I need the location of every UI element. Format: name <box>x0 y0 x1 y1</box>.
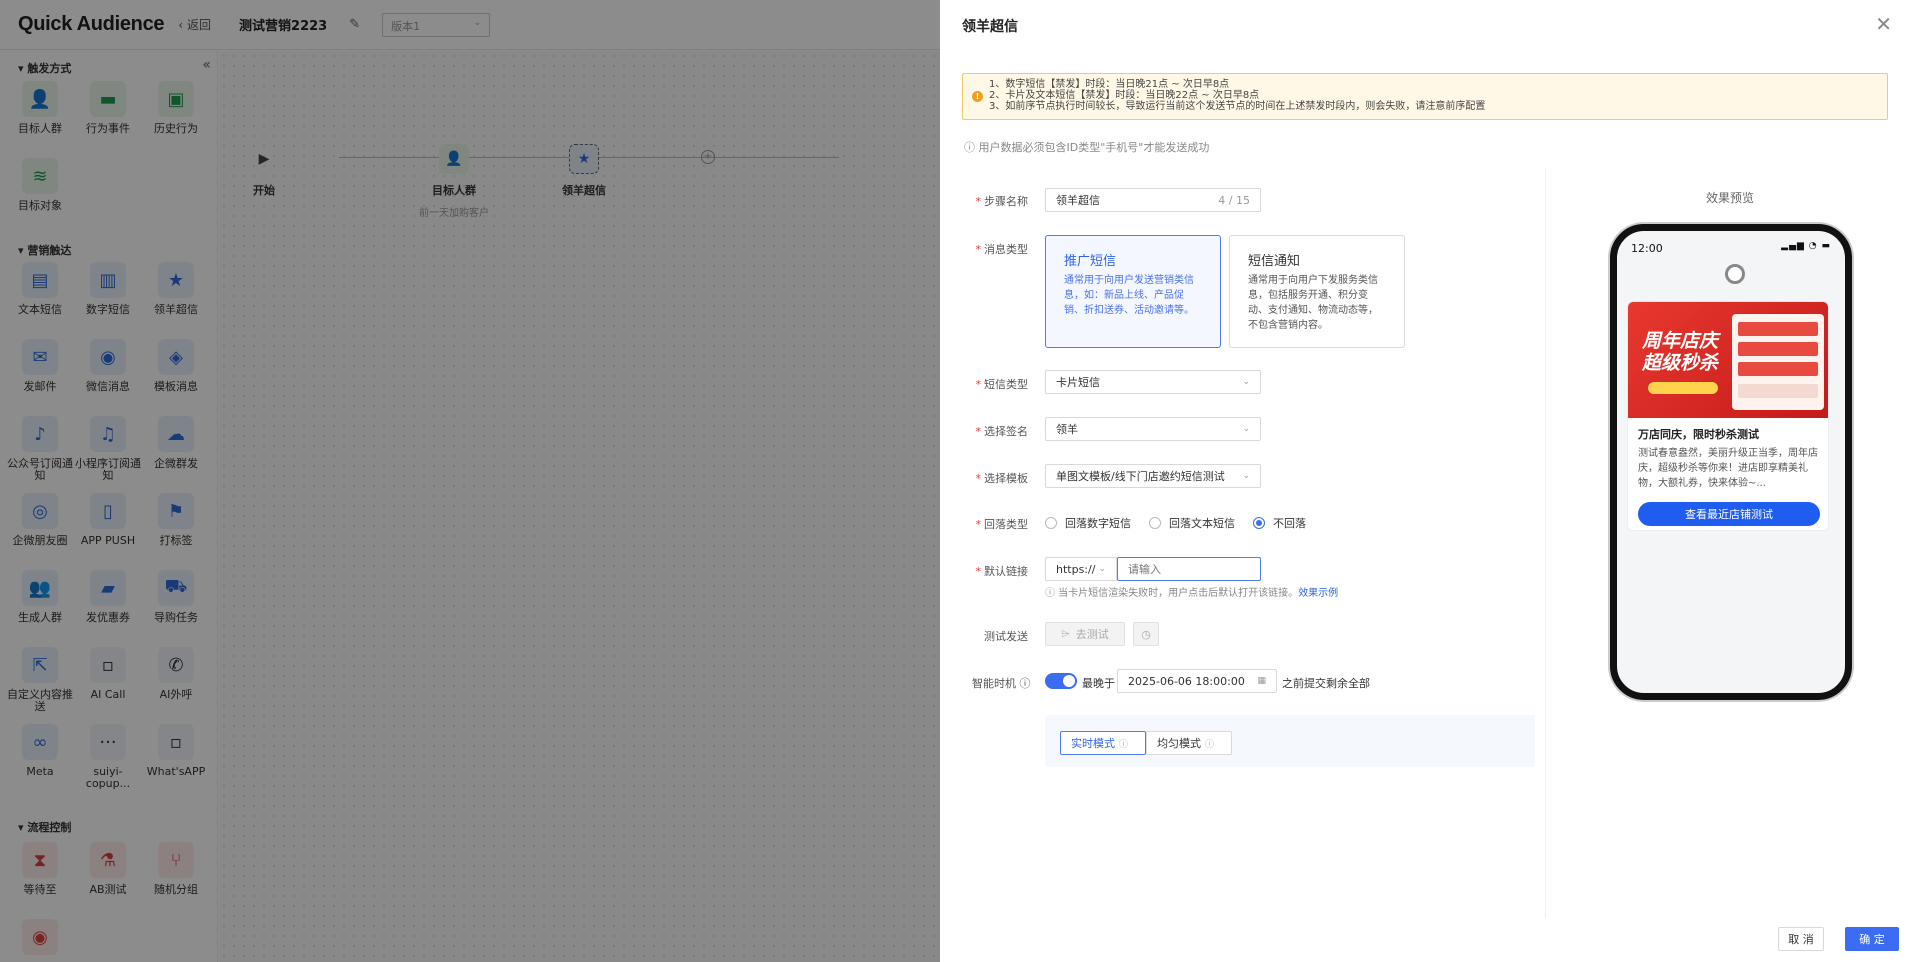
info-icon: ⓘ <box>1205 739 1215 750</box>
confirm-button[interactable]: 确 定 <box>1845 927 1899 951</box>
step-name-value: 领羊超信 <box>1056 194 1100 207</box>
deadline-datetime-picker[interactable]: 2025-06-06 18:00:00 ▦ <box>1117 669 1277 693</box>
card-body: 测试春意盎然，美丽升级正当季，周年店庆，超级秒杀等你来！进店即享精美礼物，大额礼… <box>1638 448 1818 489</box>
close-icon[interactable]: ✕ <box>1875 12 1892 36</box>
test-send-button[interactable]: ⌲ 去测试 <box>1045 622 1125 646</box>
fallback-radio-group: 回落数字短信 回落文本短信 不回落 <box>1045 515 1324 531</box>
card-cta-button[interactable]: 查看最近店铺测试 <box>1638 502 1820 526</box>
step-name-label: * 步骤名称 <box>975 195 1029 208</box>
test-send-label: 去测试 <box>1075 628 1109 641</box>
chevron-down-icon: ⌄ <box>1098 564 1106 574</box>
coupon-strip <box>1738 322 1818 336</box>
link-hint-text: ⓘ 当卡片短信渲染失败时，用户点击后默认打开该链接。 <box>1045 588 1299 599</box>
sms-type-value: 卡片短信 <box>1056 376 1100 389</box>
radio-checked-icon <box>1253 517 1265 529</box>
banner-pill <box>1648 382 1718 394</box>
signal-battery-icon: ▂▄▆ ◔ ▬ <box>1781 241 1831 251</box>
realtime-mode-button[interactable]: 实时模式 ⓘ <box>1060 731 1146 755</box>
template-value: 单图文模板/线下门店邀约短信测试 <box>1056 470 1225 483</box>
link-input[interactable] <box>1117 557 1261 581</box>
signature-label: * 选择签名 <box>975 425 1029 438</box>
chevron-down-icon: ⌄ <box>1242 377 1250 387</box>
phone-preview: 12:00 ▂▄▆ ◔ ▬ 周年店庆 超级秒杀 万店同庆，限时秒杀测试 测试春意… <box>1610 224 1852 700</box>
banner-headline: 周年店庆 超级秒杀 <box>1641 330 1718 374</box>
card-title: 推广短信 <box>1064 254 1117 269</box>
fallback-label: * 回落类型 <box>975 518 1029 531</box>
smart-timing-toggle[interactable] <box>1045 673 1077 689</box>
fallback-text-option[interactable]: 回落文本短信 <box>1149 515 1235 531</box>
radio-icon <box>1045 517 1057 529</box>
sms-type-select[interactable]: 卡片短信 ⌄ <box>1045 370 1261 394</box>
protocol-select[interactable]: https://⌄ <box>1045 557 1117 581</box>
coupon-strip <box>1738 362 1818 376</box>
card-headline: 万店同庆，限时秒杀测试 <box>1638 428 1759 441</box>
chevron-down-icon: ⌄ <box>1242 471 1250 481</box>
promo-banner: 周年店庆 超级秒杀 <box>1628 302 1828 418</box>
product-strip <box>1738 384 1818 398</box>
mode-label: 实时模式 <box>1071 737 1115 750</box>
link-label: * 默认链接 <box>975 565 1029 578</box>
char-count: 4 / 15 <box>1218 193 1250 207</box>
sms-type-label: * 短信类型 <box>975 378 1029 391</box>
signature-value: 领羊 <box>1056 423 1078 436</box>
step-name-input[interactable]: 领羊超信 4 / 15 <box>1045 188 1261 212</box>
template-label: * 选择模板 <box>975 472 1029 485</box>
example-link[interactable]: 效果示例 <box>1298 588 1338 599</box>
datetime-value: 2025-06-06 18:00:00 <box>1128 674 1245 688</box>
clock-icon: ◷ <box>1141 627 1151 641</box>
flow-editor: Quick Audience ‹返回 测试营销2223 ✎ 版本1⌄ « 触发方… <box>0 0 940 962</box>
coupon-strip <box>1738 342 1818 356</box>
radio-label: 不回落 <box>1273 517 1306 530</box>
msg-type-notify-card[interactable]: 短信通知通常用于向用户下发服务类信息，包括服务开通、积分变动、支付通知、物流动态… <box>1229 235 1405 348</box>
fallback-digital-option[interactable]: 回落数字短信 <box>1045 515 1131 531</box>
msg-type-promo-card[interactable]: 推广短信通常用于向用户发送营销类信息，如：新品上线、产品促销、折扣送券、活动邀请… <box>1045 235 1221 348</box>
signature-select[interactable]: 领羊 ⌄ <box>1045 417 1261 441</box>
protocol-value: https:// <box>1056 562 1096 576</box>
node-config-drawer: 领羊超信 ✕ ! 1、数字短信【禁发】时段：当日晚21点 ~ 次日早8点 2、卡… <box>940 0 1912 962</box>
radio-label: 回落数字短信 <box>1065 517 1131 530</box>
info-icon: ⓘ <box>1119 739 1129 750</box>
preview-title: 效果预览 <box>1706 191 1755 205</box>
smart-suffix: 之前提交剩余全部 <box>1282 677 1370 690</box>
config-form: * 步骤名称 领羊超信 4 / 15 * 消息类型 推广短信通常用于向用户发送营销类信… <box>940 0 1550 962</box>
card-desc: 通常用于向用户下发服务类信息，包括服务开通、积分变动、支付通知、物流动态等，不包… <box>1248 275 1378 331</box>
radio-label: 回落文本短信 <box>1169 517 1235 530</box>
rich-sms-card: 周年店庆 超级秒杀 万店同庆，限时秒杀测试 测试春意盎然，美丽升级正当季，周年店… <box>1627 301 1829 531</box>
phone-time: 12:00 <box>1631 242 1663 255</box>
info-icon: ⓘ <box>1019 677 1031 690</box>
card-desc: 通常用于向用户发送营销类信息，如：新品上线、产品促销、折扣送券、活动邀请等。 <box>1064 275 1194 316</box>
mode-label: 均匀模式 <box>1157 737 1201 750</box>
fallback-none-option[interactable]: 不回落 <box>1253 515 1306 531</box>
card-title: 短信通知 <box>1248 254 1301 269</box>
calendar-icon: ▦ <box>1257 676 1266 686</box>
schedule-test-button[interactable]: ◷ <box>1133 622 1159 646</box>
cancel-button[interactable]: 取 消 <box>1778 927 1824 951</box>
banner-coupons <box>1732 314 1824 410</box>
smart-prefix: 最晚于 <box>1082 677 1115 690</box>
even-mode-button[interactable]: 均匀模式 ⓘ <box>1146 731 1232 755</box>
modal-mask[interactable] <box>0 0 940 962</box>
template-select[interactable]: 单图文模板/线下门店邀约短信测试 ⌄ <box>1045 464 1261 488</box>
link-hint: ⓘ 当卡片短信渲染失败时，用户点击后默认打开该链接。效果示例 <box>1045 584 1338 599</box>
chevron-down-icon: ⌄ <box>1242 424 1250 434</box>
smart-timing-label: 智能时机 ⓘ <box>972 677 1031 690</box>
preview-divider <box>1545 168 1546 918</box>
radio-icon <box>1149 517 1161 529</box>
sender-avatar-icon <box>1725 264 1745 284</box>
msg-type-label: * 消息类型 <box>975 243 1029 256</box>
test-label: 测试发送 <box>984 630 1028 643</box>
send-icon: ⌲ <box>1061 627 1070 640</box>
